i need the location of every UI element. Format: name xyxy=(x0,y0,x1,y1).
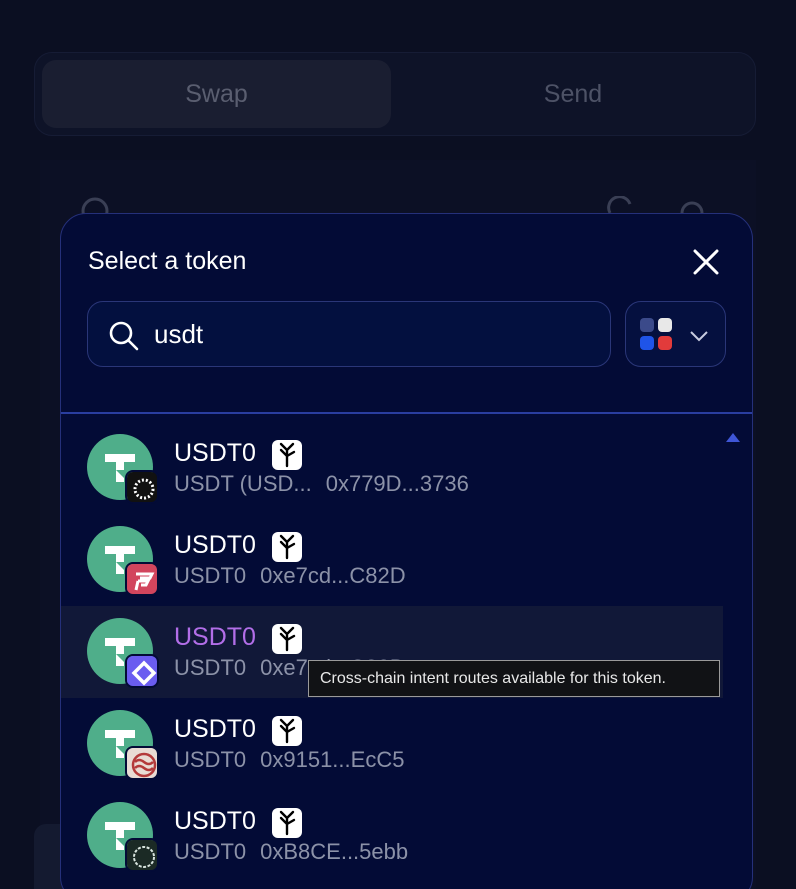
route-fork-icon[interactable] xyxy=(272,808,302,838)
token-name: USDT (USD... xyxy=(174,471,312,496)
chain-dot-icon xyxy=(658,336,672,350)
token-symbol: USDT0 xyxy=(174,531,256,559)
token-address: 0xB8CE...5ebb xyxy=(260,839,409,864)
token-symbol: USDT0 xyxy=(174,623,256,651)
token-select-modal: Select a token US xyxy=(60,213,753,889)
token-row[interactable]: USDT0 USDT (USD... 0x779D...3736 xyxy=(61,422,723,514)
search-input[interactable] xyxy=(154,302,594,366)
route-fork-icon[interactable] xyxy=(272,440,302,470)
token-address: 0x9151...EcC5 xyxy=(260,747,405,772)
sunburst-chain-icon xyxy=(125,470,159,504)
chain-dot-icon xyxy=(658,318,672,332)
scroll-up-arrow-icon[interactable] xyxy=(726,433,740,442)
modal-title: Select a token xyxy=(88,247,247,275)
token-details: USDT (USD... 0x779D...3736 xyxy=(174,471,469,497)
diamond-chain-icon xyxy=(125,654,159,688)
chain-dot-icon xyxy=(640,318,654,332)
close-icon[interactable] xyxy=(690,246,722,278)
token-name: USDT0 xyxy=(174,839,247,864)
search-box[interactable] xyxy=(87,301,611,367)
token-name: USDT0 xyxy=(174,747,247,772)
search-icon xyxy=(109,321,139,351)
ring-chain-icon xyxy=(125,838,159,872)
chain-filter-button[interactable] xyxy=(625,301,726,367)
token-details: USDT0 0x9151...EcC5 xyxy=(174,747,404,773)
token-symbol: USDT0 xyxy=(174,807,256,835)
token-details: USDT0 0xB8CE...5ebb xyxy=(174,839,408,865)
token-row[interactable]: USDT0 USDT00xe7cd...C82D xyxy=(61,514,723,606)
divider xyxy=(61,412,752,414)
chevron-down-icon xyxy=(690,331,708,342)
route-fork-icon[interactable] xyxy=(272,532,302,562)
route-fork-icon[interactable] xyxy=(272,716,302,746)
flare-chain-icon xyxy=(125,562,159,596)
token-name: USDT0 xyxy=(174,655,247,680)
token-row[interactable]: USDT0 USDT0 0xB8CE...5ebb xyxy=(61,790,723,882)
token-address: 0x779D...3736 xyxy=(325,471,469,496)
sei-chain-icon xyxy=(125,746,159,780)
token-list: USDT0 USDT (USD... 0x779D...3736 USDT0 US… xyxy=(61,422,723,882)
tab-swap[interactable]: Swap xyxy=(42,60,391,128)
token-address: 0xe7cd...C82D xyxy=(260,563,406,588)
route-fork-icon[interactable] xyxy=(272,624,302,654)
token-name: USDT0 xyxy=(174,563,247,588)
route-tooltip: Cross-chain intent routes available for … xyxy=(308,660,720,697)
token-details: USDT0 0xe7cd...C82D xyxy=(174,563,406,589)
tab-send[interactable]: Send xyxy=(398,60,748,128)
token-symbol: USDT0 xyxy=(174,715,256,743)
chain-dot-icon xyxy=(640,336,654,350)
chain-filter-icons xyxy=(640,318,676,354)
token-row[interactable]: USDT0 USDT0 0x9151...EcC5 xyxy=(61,698,723,790)
token-symbol: USDT0 xyxy=(174,439,256,467)
